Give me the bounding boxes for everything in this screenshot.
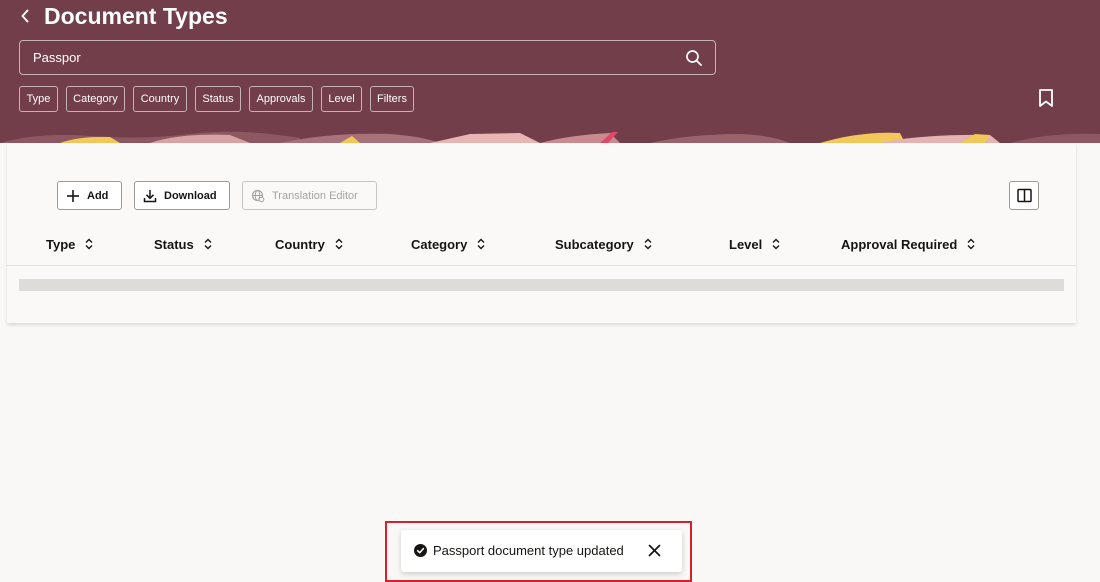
toast-message: Passport document type updated: [433, 543, 624, 558]
check-circle-icon: [414, 544, 427, 557]
filter-chip-filters[interactable]: Filters: [370, 86, 414, 112]
download-icon: [143, 189, 157, 202]
page-title: Document Types: [44, 3, 228, 29]
close-icon[interactable]: [647, 543, 662, 558]
translation-editor-button[interactable]: Translation Editor: [242, 181, 377, 210]
columns-icon: [1016, 188, 1032, 203]
page-header: Document Types Type Category Country Sta…: [0, 0, 1100, 143]
back-button[interactable]: [14, 5, 36, 27]
search-box: [19, 40, 716, 75]
bookmark-icon[interactable]: [1037, 88, 1055, 108]
filter-chip-category[interactable]: Category: [66, 86, 125, 112]
download-button-label: Download: [164, 189, 217, 202]
download-button[interactable]: Download: [134, 181, 230, 210]
search-icon[interactable]: [685, 49, 703, 67]
column-header-label: Type: [46, 236, 76, 252]
column-layout-button[interactable]: [1009, 181, 1039, 210]
sort-icon: [335, 238, 343, 250]
add-button[interactable]: Add: [57, 181, 122, 210]
content-card: [7, 143, 1076, 323]
toast-notification: Passport document type updated: [401, 530, 682, 572]
column-header-label: Status: [154, 236, 194, 252]
sort-icon: [644, 238, 652, 250]
plus-icon: [67, 189, 79, 202]
column-header-label: Subcategory: [555, 236, 634, 252]
column-header-label: Category: [411, 236, 468, 252]
sort-icon: [772, 238, 780, 250]
filter-chip-country[interactable]: Country: [133, 86, 187, 112]
add-button-label: Add: [87, 189, 109, 202]
column-header-type[interactable]: Type: [46, 234, 94, 254]
column-header-level[interactable]: Level: [729, 234, 781, 254]
column-header-label: Level: [729, 236, 763, 252]
table-header-divider: [7, 265, 1076, 266]
decorative-banner: [0, 130, 1100, 143]
sort-icon: [204, 238, 212, 250]
filter-chip-level[interactable]: Level: [321, 86, 362, 112]
filter-chip-status[interactable]: Status: [195, 86, 241, 112]
loading-placeholder-row: [19, 279, 1064, 291]
filter-chip-approvals[interactable]: Approvals: [249, 86, 313, 112]
filter-chip-type[interactable]: Type: [19, 86, 58, 112]
column-header-category[interactable]: Category: [411, 234, 486, 254]
sort-icon: [967, 238, 975, 250]
globe-icon: [251, 189, 265, 202]
column-header-subcategory[interactable]: Subcategory: [555, 234, 653, 254]
column-header-approval-required[interactable]: Approval Required: [841, 234, 976, 254]
search-input[interactable]: [20, 41, 680, 74]
column-header-status[interactable]: Status: [154, 234, 213, 254]
column-header-label: Country: [275, 236, 325, 252]
sort-icon: [477, 238, 485, 250]
column-header-country[interactable]: Country: [275, 234, 344, 254]
sort-icon: [85, 238, 93, 250]
column-header-label: Approval Required: [841, 236, 958, 252]
translation-editor-label: Translation Editor: [272, 189, 358, 202]
chevron-left-icon: [21, 9, 29, 23]
